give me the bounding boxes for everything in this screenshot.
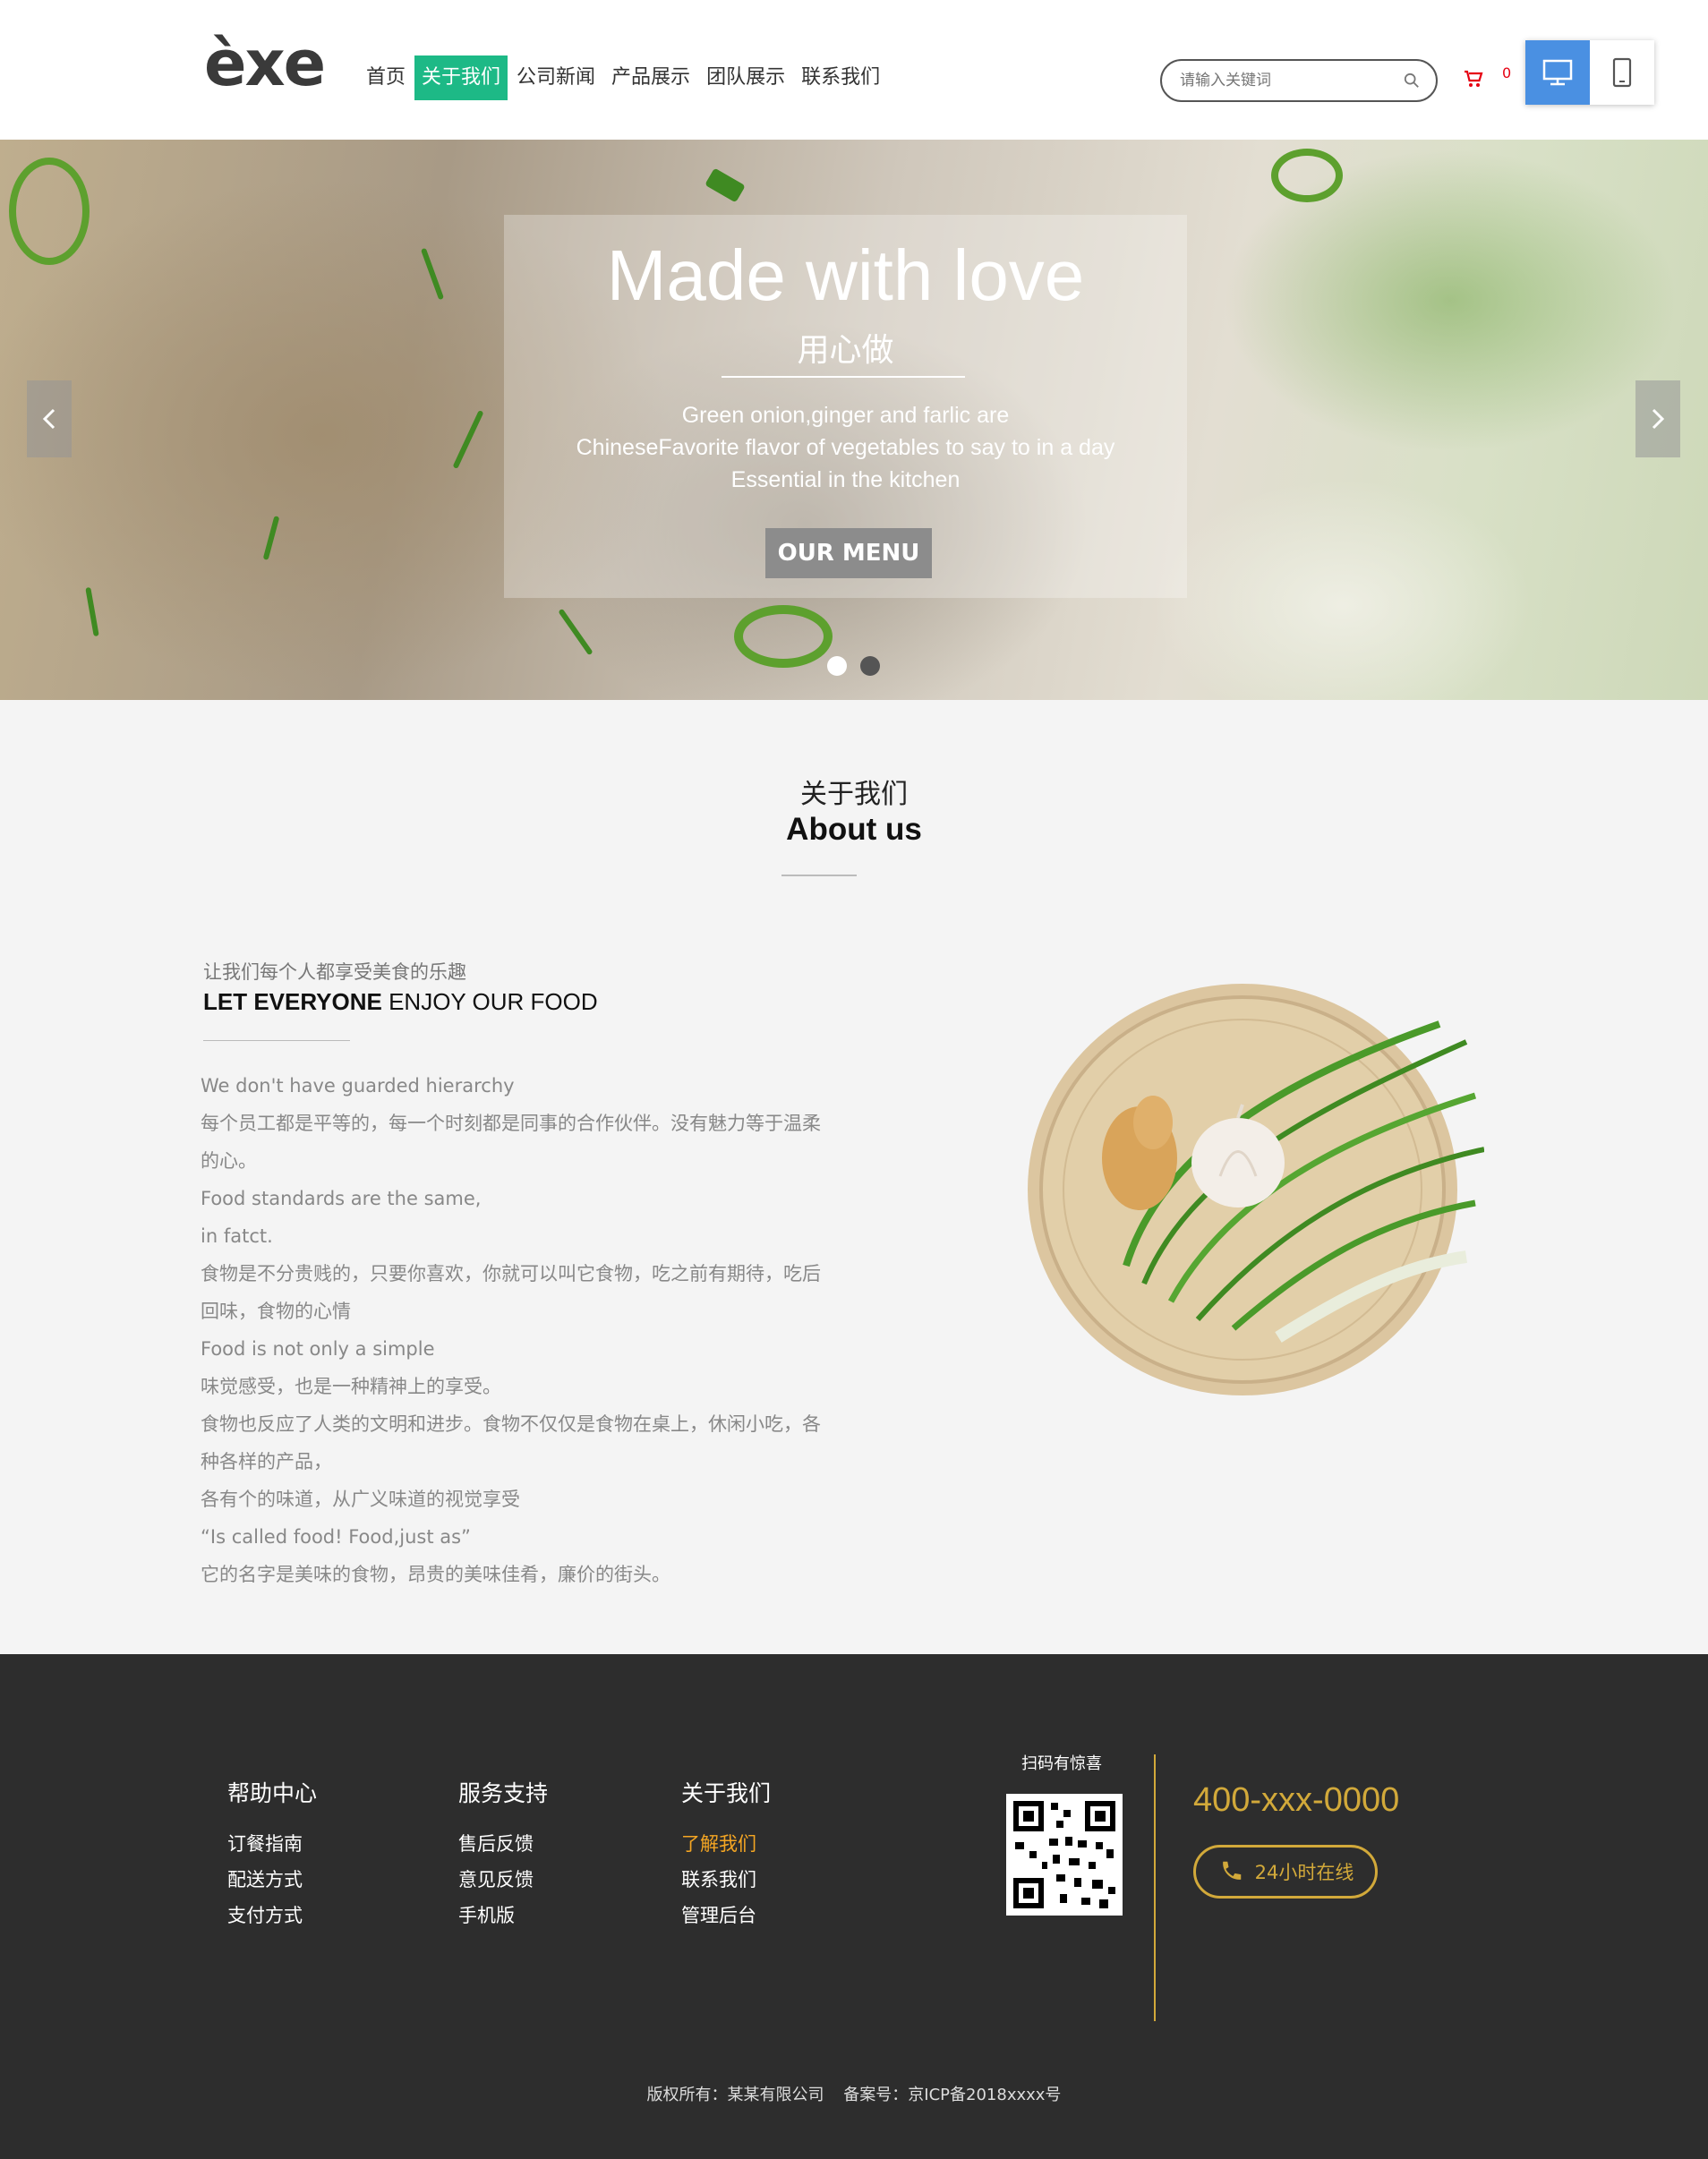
nav-about[interactable]: 关于我们 bbox=[414, 55, 508, 100]
footer-divider bbox=[1154, 1754, 1156, 2021]
mobile-icon bbox=[1612, 57, 1632, 88]
cart-icon[interactable] bbox=[1463, 68, 1484, 90]
banner-prev-button[interactable] bbox=[27, 380, 72, 457]
pepper-ring-decoration bbox=[734, 605, 833, 668]
copyright-icp: 备案号：京ICP备2018xxxx号 bbox=[843, 2086, 1062, 2104]
about-line: 各有个的味道，从广义味道的视觉享受 bbox=[201, 1489, 520, 1510]
footer-link[interactable]: 意见反馈 bbox=[458, 1862, 548, 1898]
pepper-ring-decoration bbox=[9, 158, 90, 265]
herb-decoration bbox=[558, 608, 594, 656]
banner-caption: Made with love 用心做 Green onion,ginger an… bbox=[504, 215, 1187, 598]
herb-decoration bbox=[420, 247, 445, 301]
footer-col-help: 帮助中心 订餐指南 配送方式 支付方式 bbox=[227, 1776, 317, 1933]
about-headline: LET EVERYONE ENJOY OUR FOOD bbox=[203, 988, 598, 1016]
banner-desc-line: Green onion,ginger and farlic are bbox=[681, 403, 1010, 428]
search-input[interactable] bbox=[1178, 69, 1393, 92]
cart-count: 0 bbox=[1502, 64, 1512, 81]
about-line: 味觉感受，也是一种精神上的享受。 bbox=[201, 1376, 501, 1397]
online-service-button[interactable]: 24小时在线 bbox=[1193, 1845, 1378, 1899]
section-divider bbox=[781, 875, 857, 876]
about-line: 食物是不分贵贱的，只要你喜欢，你就可以叫它食物，吃之前有期待，吃后 bbox=[201, 1263, 821, 1284]
search-icon[interactable] bbox=[1404, 73, 1420, 89]
main-nav: 首页 关于我们 公司新闻 产品展示 团队展示 联系我们 bbox=[359, 55, 889, 100]
footer-link[interactable]: 联系我们 bbox=[681, 1862, 771, 1898]
qr-code-image bbox=[1006, 1794, 1123, 1916]
banner-subtitle: 用心做 bbox=[797, 332, 894, 369]
about-line: in fatct. bbox=[201, 1225, 273, 1247]
about-line: “Is called food! Food,just as” bbox=[201, 1526, 471, 1548]
copyright-owner: 版权所有：某某有限公司 bbox=[646, 2086, 824, 2104]
site-header: èxe 首页 关于我们 公司新闻 产品展示 团队展示 联系我们 0 bbox=[0, 0, 1708, 140]
slide-dot-1[interactable] bbox=[827, 656, 847, 676]
about-line: 食物也反应了人类的文明和进步。食物不仅仅是食物在桌上，休闲小吃，各 bbox=[201, 1413, 821, 1435]
vegetable-basket-image bbox=[1028, 984, 1484, 1395]
section-title-cn: 关于我们 bbox=[800, 779, 908, 810]
about-line: 种各样的产品， bbox=[201, 1451, 332, 1472]
about-line: Food is not only a simple bbox=[201, 1338, 435, 1360]
footer-link[interactable]: 管理后台 bbox=[681, 1898, 771, 1933]
herb-decoration bbox=[85, 586, 99, 637]
copyright-bar: 版权所有：某某有限公司 备案号：京ICP备2018xxxx号 bbox=[0, 2082, 1708, 2105]
about-line: We don't have guarded hierarchy bbox=[201, 1075, 515, 1097]
our-menu-button[interactable]: OUR MENU bbox=[765, 528, 932, 578]
footer-link[interactable]: 配送方式 bbox=[227, 1862, 317, 1898]
section-title-en: About us bbox=[786, 812, 922, 847]
desktop-view-button[interactable] bbox=[1525, 40, 1590, 105]
site-logo[interactable]: èxe bbox=[204, 32, 326, 95]
banner-description: Green onion,ginger and farlic are Chines… bbox=[504, 399, 1187, 496]
about-section: 关于我们 About us 让我们每个人都享受美食的乐趣 LET EVERYON… bbox=[0, 700, 1708, 1654]
banner-divider bbox=[722, 376, 965, 378]
banner-next-button[interactable] bbox=[1635, 380, 1680, 457]
banner-desc-line: Essential in the kitchen bbox=[730, 467, 961, 492]
chevron-left-icon bbox=[42, 408, 56, 430]
footer-link[interactable]: 了解我们 bbox=[681, 1826, 771, 1862]
desktop-icon bbox=[1542, 59, 1573, 86]
footer-col-about: 关于我们 了解我们 联系我们 管理后台 bbox=[681, 1776, 771, 1933]
pepper-ring-decoration bbox=[1271, 149, 1343, 202]
site-footer: 帮助中心 订餐指南 配送方式 支付方式 服务支持 售后反馈 意见反馈 手机版 关… bbox=[0, 1654, 1708, 2159]
about-headline-bold: LET EVERYONE bbox=[203, 988, 382, 1015]
hotline-number: 400-xxx-0000 bbox=[1193, 1781, 1400, 1819]
about-line: 它的名字是美味的食物，昂贵的美味佳肴，廉价的街头。 bbox=[201, 1564, 670, 1585]
hero-banner: Made with love 用心做 Green onion,ginger an… bbox=[0, 140, 1708, 700]
qr-label: 扫码有惊喜 bbox=[1021, 1754, 1102, 1773]
nav-contact[interactable]: 联系我们 bbox=[794, 55, 887, 100]
footer-link[interactable]: 售后反馈 bbox=[458, 1826, 548, 1862]
footer-col-service: 服务支持 售后反馈 意见反馈 手机版 bbox=[458, 1776, 548, 1933]
footer-link[interactable]: 手机版 bbox=[458, 1898, 548, 1933]
banner-desc-line: ChineseFavorite flavor of vegetables to … bbox=[576, 435, 1115, 460]
nav-news[interactable]: 公司新闻 bbox=[509, 55, 602, 100]
device-switch bbox=[1525, 40, 1654, 105]
nav-home[interactable]: 首页 bbox=[359, 55, 413, 100]
chevron-right-icon bbox=[1652, 408, 1665, 430]
herb-decoration bbox=[452, 410, 484, 469]
footer-col-title: 帮助中心 bbox=[227, 1780, 318, 1806]
search-box bbox=[1160, 59, 1438, 102]
herb-decoration bbox=[705, 167, 746, 203]
mobile-view-button[interactable] bbox=[1590, 40, 1654, 105]
footer-link[interactable]: 支付方式 bbox=[227, 1898, 317, 1933]
about-line: Food standards are the same, bbox=[201, 1188, 482, 1209]
about-headline-rest: ENJOY OUR FOOD bbox=[381, 988, 598, 1015]
online-service-label: 24小时在线 bbox=[1254, 1862, 1354, 1883]
footer-link[interactable]: 订餐指南 bbox=[227, 1826, 317, 1862]
footer-col-title: 服务支持 bbox=[458, 1780, 549, 1806]
slide-dot-2[interactable] bbox=[860, 656, 880, 676]
about-paragraph: We don't have guarded hierarchy 每个员工都是平等… bbox=[201, 1067, 827, 1593]
nav-team[interactable]: 团队展示 bbox=[699, 55, 792, 100]
about-line: 每个员工都是平等的，每一个时刻都是同事的合作伙伴。没有魅力等于温柔 bbox=[201, 1113, 821, 1134]
footer-col-title: 关于我们 bbox=[681, 1780, 772, 1806]
about-line: 回味，食物的心情 bbox=[201, 1301, 351, 1322]
herb-decoration bbox=[262, 516, 280, 560]
nav-products[interactable]: 产品展示 bbox=[604, 55, 697, 100]
about-divider bbox=[203, 1040, 350, 1041]
banner-title: Made with love bbox=[606, 235, 1085, 315]
phone-icon bbox=[1222, 1861, 1241, 1880]
about-line: 的心。 bbox=[201, 1150, 257, 1172]
about-tagline: 让我们每个人都享受美食的乐趣 bbox=[203, 961, 466, 983]
